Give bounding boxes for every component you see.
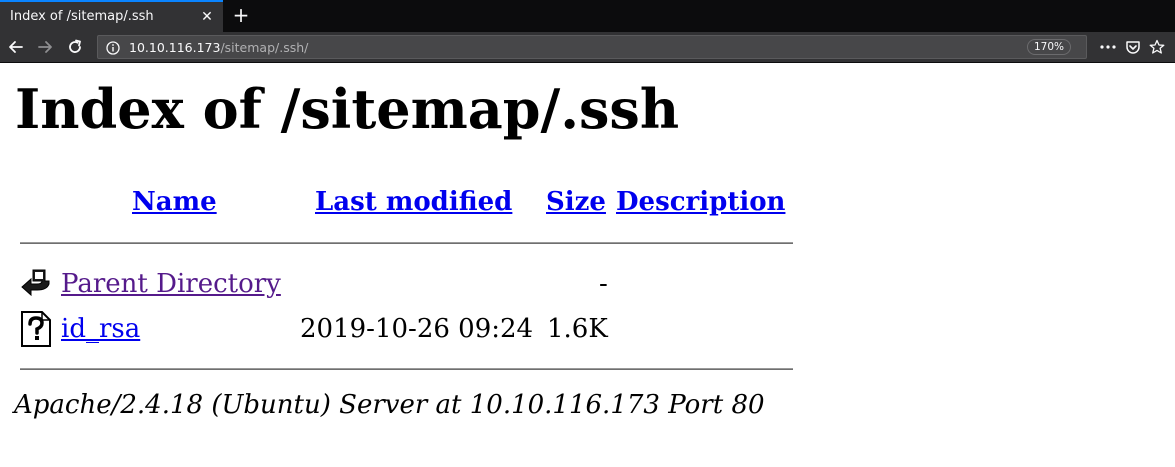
column-header-size[interactable]: Size: [546, 185, 606, 219]
tab-active[interactable]: Index of /sitemap/.ssh ✕: [0, 0, 223, 32]
page-content: Index of /sitemap/.ssh Name Last modifie…: [0, 63, 1175, 467]
server-signature: Apache/2.4.18 (Ubuntu) Server at 10.10.1…: [14, 390, 765, 420]
parent-directory-link[interactable]: Parent Directory: [61, 267, 281, 301]
url-host: 10.10.116.173: [129, 40, 221, 55]
row-last-modified: 2019-10-26 09:24: [300, 314, 534, 344]
back-folder-icon: [19, 266, 51, 298]
column-header-last-modified[interactable]: Last modified: [315, 185, 512, 219]
url-text[interactable]: 10.10.116.173/sitemap/.ssh/: [129, 40, 308, 55]
row-size: -: [599, 269, 608, 299]
pocket-icon[interactable]: [1122, 36, 1144, 58]
column-header-description[interactable]: Description: [616, 185, 785, 219]
back-arrow-icon[interactable]: [5, 36, 27, 58]
url-bar[interactable]: 10.10.116.173/sitemap/.ssh/ 170%: [97, 35, 1087, 59]
zoom-level-badge[interactable]: 170%: [1027, 39, 1071, 55]
id-rsa-link[interactable]: id_rsa: [61, 312, 140, 346]
forward-arrow-icon[interactable]: [34, 36, 56, 58]
row-size: 1.6K: [547, 314, 608, 344]
nav-bar: 10.10.116.173/sitemap/.ssh/ 170%: [0, 32, 1175, 63]
divider-top: [20, 242, 793, 244]
column-header-name[interactable]: Name: [132, 185, 217, 219]
divider-bottom: [20, 368, 793, 370]
star-icon[interactable]: [1146, 36, 1168, 58]
url-path: /sitemap/.ssh/: [220, 40, 309, 55]
reload-icon[interactable]: [64, 36, 86, 58]
tab-strip: Index of /sitemap/.ssh ✕ +: [0, 0, 1175, 32]
unknown-file-icon: [20, 311, 52, 347]
new-tab-icon[interactable]: +: [229, 4, 253, 28]
close-tab-icon[interactable]: ✕: [198, 8, 216, 26]
info-icon[interactable]: [106, 40, 120, 55]
page-title: Index of /sitemap/.ssh: [15, 77, 680, 141]
tab-title: Index of /sitemap/.ssh: [10, 9, 154, 24]
more-dots-icon[interactable]: [1097, 36, 1119, 58]
